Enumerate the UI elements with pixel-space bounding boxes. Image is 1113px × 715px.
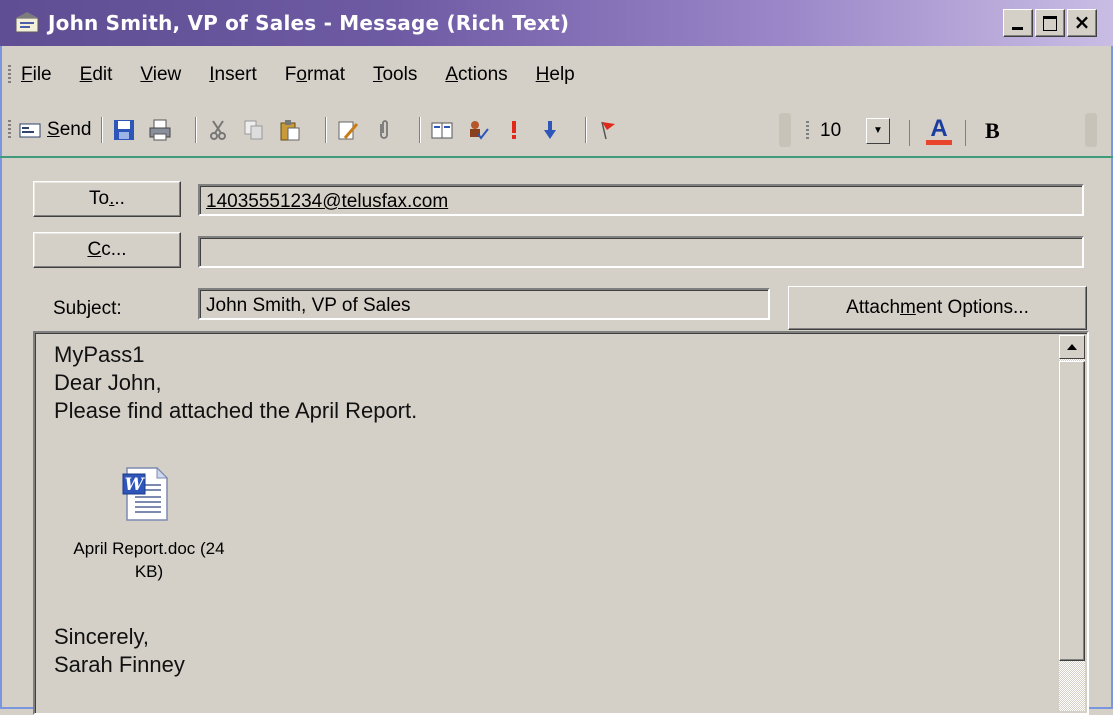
message-line: Dear John, [54,370,162,395]
insert-file-icon[interactable] [337,119,359,141]
send-button[interactable]: Send [19,119,91,141]
scroll-up-arrow-icon[interactable] [1059,335,1085,359]
importance-low-icon[interactable] [539,119,561,141]
cc-button[interactable]: Cc... [33,232,181,268]
toolbar-separator [909,120,910,146]
font-size-value: 10 [820,120,842,141]
maximize-icon [1043,16,1057,31]
close-icon: × [1073,10,1091,34]
signature-line: Sarah Finney [54,652,185,677]
menu-format[interactable]: Format [285,64,345,86]
to-field[interactable]: 14035551234@telusfax.com [198,184,1084,216]
toolbar-separator [195,117,198,143]
attachment-label[interactable]: April Report.doc (24 KB) [49,537,249,583]
attachment-options-button[interactable]: Attachment Options... [788,286,1087,330]
message-text: MyPass1 Dear John, Please find attached … [54,341,417,425]
menu-edit[interactable]: Edit [80,64,113,86]
toolbar-separator [585,117,588,143]
format-toolbar-grip[interactable] [806,121,809,141]
bold-button[interactable]: B [985,118,1000,144]
message-signature: Sincerely, Sarah Finney [54,623,185,679]
copy-icon[interactable] [243,119,265,141]
paste-icon[interactable] [279,119,301,141]
cut-icon[interactable] [207,119,229,141]
menu-grip-handle[interactable] [8,65,11,85]
toolbar-separator [419,117,422,143]
closing-line: Sincerely, [54,624,149,649]
address-book-icon[interactable] [431,119,453,141]
font-color-swatch [926,140,952,145]
toolbar-separator [965,120,966,146]
window-title: John Smith, VP of Sales - Message (Rich … [48,11,570,35]
importance-high-icon[interactable] [503,119,525,141]
message-line: Please find attached the April Report. [54,398,418,423]
font-color-icon: A [930,115,948,142]
minimize-icon [1012,27,1023,30]
toolbar-separator [325,117,328,143]
toolbar-divider-line [0,156,1113,158]
message-envelope-icon [14,12,40,34]
menu-file[interactable]: File [21,64,52,86]
svg-text:W: W [124,475,145,495]
menu-actions[interactable]: Actions [445,64,507,86]
menu-help[interactable]: Help [536,64,575,86]
title-bar[interactable]: John Smith, VP of Sales - Message (Rich … [0,0,1113,46]
window-controls: × [1001,9,1097,37]
toolbar-overflow-chevron[interactable] [779,113,791,147]
minimize-button[interactable] [1003,9,1033,37]
vertical-scrollbar[interactable] [1059,335,1085,711]
send-envelope-icon [19,119,41,141]
subject-label: Subject: [53,298,122,319]
scroll-thumb[interactable] [1059,361,1085,661]
maximize-button[interactable] [1035,9,1065,37]
toolbar-grip-handle[interactable] [8,120,11,140]
check-names-icon[interactable] [467,119,490,141]
message-line: MyPass1 [54,342,145,367]
print-icon[interactable] [149,119,171,141]
follow-up-flag-icon[interactable] [597,119,619,141]
to-button[interactable]: To... [33,181,181,217]
menu-bar: File Edit View Insert Format Tools Actio… [0,58,1113,92]
word-document-icon[interactable]: W [121,466,171,522]
subject-field[interactable]: John Smith, VP of Sales [198,288,770,320]
to-recipient[interactable]: 14035551234@telusfax.com [206,191,448,212]
font-size-select[interactable]: 10 ▼ [818,116,900,146]
message-body[interactable]: MyPass1 Dear John, Please find attached … [33,331,1089,715]
save-icon[interactable] [113,119,135,141]
close-button[interactable]: × [1067,9,1097,37]
cc-field[interactable] [198,236,1084,268]
format-toolbar-overflow-chevron[interactable] [1085,113,1097,147]
paperclip-icon[interactable] [373,119,395,141]
font-color-button[interactable]: A [924,115,954,147]
menu-view[interactable]: View [140,64,181,86]
menu-tools[interactable]: Tools [373,64,417,86]
chevron-down-icon[interactable]: ▼ [866,118,890,144]
toolbar-separator [101,117,104,143]
toolbar-buttons: Send [8,111,788,149]
menu-insert[interactable]: Insert [209,64,257,86]
